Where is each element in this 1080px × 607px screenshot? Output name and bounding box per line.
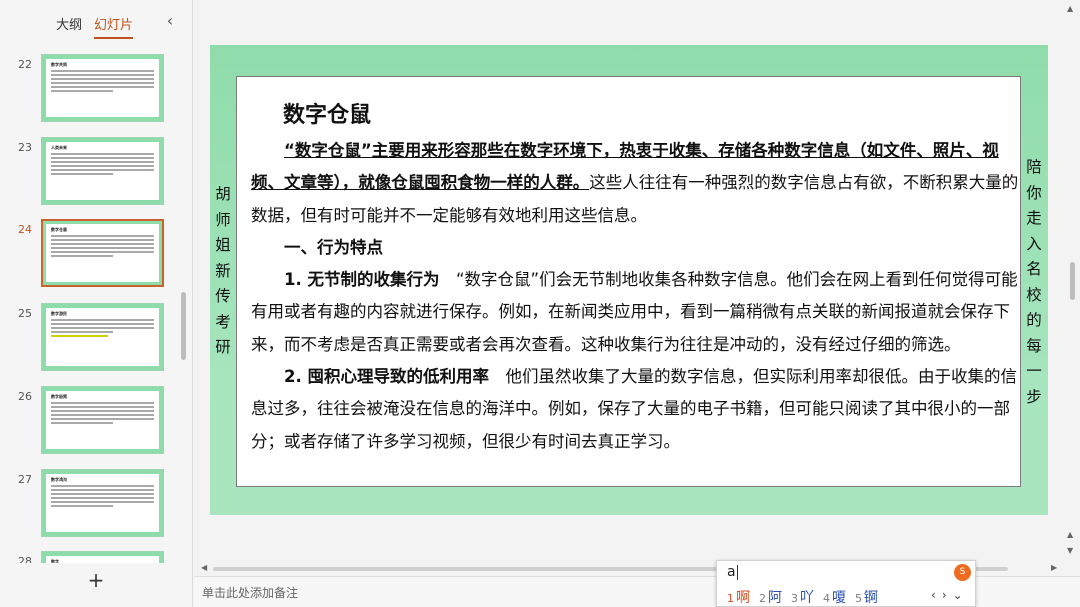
intro-paragraph: “数字仓鼠”主要用来形容那些在数字环境下，热衷于收集、存储各种数字信息（如文件、… [251, 135, 1021, 232]
slide-thumbnail-row: 23 人类未来 [0, 137, 180, 209]
left-vertical-caption: 胡师姐新传考研 [215, 185, 231, 356]
thumbnail-title: 人类未来 [51, 145, 67, 150]
slide-panel: 大纲 幻灯片 ‹ 22 数字共同 23 人类未来 24 数字仓鼠 25 数字游民… [0, 0, 193, 607]
ime-candidate-window: a S 1啊 2阿 3吖 4嗄 5锕 ‹ › ⌄ [716, 560, 976, 607]
notes-placeholder: 单击此处添加备注 [202, 586, 299, 600]
slide-thumbnail-row: 26 数字极简 [0, 386, 180, 458]
ime-composition: a [727, 564, 738, 580]
slide-thumbnail[interactable]: 数字共同 [41, 54, 164, 122]
ime-candidate[interactable]: 2阿 [759, 587, 782, 607]
ime-next-icon[interactable]: › [942, 588, 947, 602]
tab-slides[interactable]: 幻灯片 [94, 14, 134, 39]
slide-thumbnail[interactable]: 数字游民 [41, 303, 164, 371]
slide-title: 数字仓鼠 [283, 103, 372, 128]
scroll-up-page-icon[interactable]: ▲ [1067, 530, 1073, 539]
point-1: 1. 无节制的收集行为 “数字仓鼠”们会无节制地收集各种数字信息。他们会在网上看… [251, 264, 1021, 361]
slide-thumbnail[interactable]: 人类未来 [41, 137, 164, 205]
slide-number: 25 [18, 307, 32, 320]
content-textbox[interactable]: 数字仓鼠 “数字仓鼠”主要用来形容那些在数字环境下，热衷于收集、存储各种数字信息… [236, 76, 1021, 487]
ime-expand-icon[interactable]: ⌄ [953, 588, 963, 602]
point-1-heading: 1. 无节制的收集行为 [284, 270, 440, 290]
panel-scrollbar-thumb[interactable] [181, 292, 186, 360]
scroll-up-icon[interactable]: ▲ [1067, 4, 1073, 13]
vertical-scrollbar[interactable]: ▲ ▲ ▼ [1064, 0, 1080, 575]
slide-thumbnail-row: 24 数字仓鼠 [0, 219, 180, 291]
thumbnail-content: 数字游民 [46, 308, 159, 366]
thumbnail-title: 数字共同 [51, 62, 67, 67]
ime-candidate[interactable]: 3吖 [791, 587, 814, 607]
slide-thumbnail[interactable]: 数字极简 [41, 386, 164, 454]
point-2-heading: 2. 囤积心理导致的低利用率 [284, 367, 489, 387]
tab-outline[interactable]: 大纲 [56, 14, 82, 39]
slide-thumbnail[interactable]: 数字 [41, 551, 164, 563]
ime-prev-icon[interactable]: ‹ [931, 588, 936, 602]
slide-number: 26 [18, 390, 32, 403]
slide-thumbnail-row: 28 数字 [0, 551, 180, 563]
slide-thumbnail-row: 25 数字游民 [0, 303, 180, 375]
slide-thumbnail[interactable]: 数字鸿沟 [41, 469, 164, 537]
collapse-panel-icon[interactable]: ‹ [162, 12, 178, 30]
slide-number: 22 [18, 58, 32, 71]
ime-nav: ‹ › ⌄ [931, 588, 963, 602]
vertical-scrollbar-thumb[interactable] [1070, 262, 1075, 300]
slide-thumbnail-selected[interactable]: 数字仓鼠 [41, 219, 164, 287]
point-2: 2. 囤积心理导致的低利用率 他们虽然收集了大量的数字信息，但实际利用率却很低。… [251, 361, 1021, 458]
panel-tabs: 大纲 幻灯片 [56, 14, 134, 39]
thumbnail-title: 数字游民 [51, 311, 67, 316]
ime-candidate[interactable]: 5锕 [855, 587, 878, 607]
ime-candidate[interactable]: 1啊 [727, 587, 750, 607]
slide-thumbnail-row: 22 数字共同 [0, 54, 180, 126]
thumbnail-content: 数字极简 [46, 391, 159, 449]
add-slide-button[interactable]: + [86, 570, 106, 590]
slide-number: 23 [18, 141, 32, 154]
right-vertical-caption: 陪你走入名校的每一步 [1026, 158, 1042, 406]
thumbnail-content: 数字鸿沟 [46, 474, 159, 532]
section-heading: 一、行为特点 [284, 237, 383, 257]
thumbnail-content: 数字仓鼠 [46, 224, 159, 282]
thumbnail-content: 人类未来 [46, 142, 159, 200]
slide-thumbnail-row: 27 数字鸿沟 [0, 469, 180, 541]
thumbnail-title: 数字极简 [51, 394, 67, 399]
thumbnail-content: 数字 [46, 556, 159, 563]
ime-logo-icon[interactable]: S [954, 564, 971, 581]
scroll-right-icon[interactable]: ▶ [1051, 563, 1057, 572]
ime-candidates: 1啊 2阿 3吖 4嗄 5锕 [727, 587, 878, 607]
slide-number: 27 [18, 473, 32, 486]
slide-body: “数字仓鼠”主要用来形容那些在数字环境下，热衷于收集、存储各种数字信息（如文件、… [251, 135, 1021, 458]
slide-editor: 胡师姐新传考研 数字仓鼠 “数字仓鼠”主要用来形容那些在数字环境下，热衷于收集、… [194, 0, 1080, 575]
thumbnail-title: 数字 [51, 559, 59, 563]
thumbnail-content: 数字共同 [46, 59, 159, 117]
slide-canvas[interactable]: 胡师姐新传考研 数字仓鼠 “数字仓鼠”主要用来形容那些在数字环境下，热衷于收集、… [210, 45, 1048, 515]
slide-number: 28 [18, 555, 32, 563]
slide-number: 24 [18, 223, 32, 236]
ime-candidate[interactable]: 4嗄 [823, 587, 846, 607]
thumbnail-title: 数字仓鼠 [51, 227, 67, 232]
scroll-down-icon[interactable]: ▼ [1067, 546, 1073, 555]
scroll-left-icon[interactable]: ◀ [201, 563, 207, 572]
thumbnail-title: 数字鸿沟 [51, 477, 67, 482]
